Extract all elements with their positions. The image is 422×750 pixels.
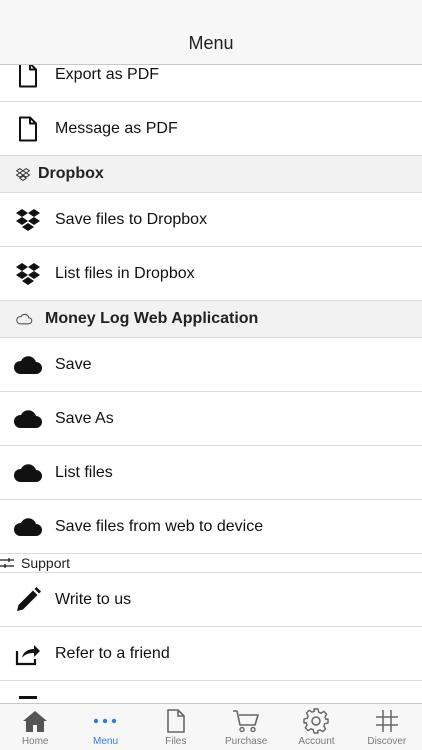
menu-item-label: Write to us [55,590,132,608]
refer-friend-item[interactable]: Refer to a friend [0,627,422,681]
sliders-icon [0,557,14,569]
share-icon [12,640,44,668]
document-icon [12,694,44,704]
tab-discover[interactable]: Discover [352,704,422,750]
section-title: Support [21,555,71,571]
page-title: Menu [188,33,234,53]
document-icon [12,115,44,143]
menu-item-label: Save files to Dropbox [55,210,208,228]
message-pdf-item[interactable]: Message as PDF [0,102,422,156]
dropbox-icon [12,206,44,234]
cloud-icon [12,513,44,541]
tab-menu[interactable]: Menu [70,704,140,750]
menu-item-label: Save [55,355,92,373]
menu-item-label: List files in Dropbox [55,264,195,282]
dropbox-icon [12,260,44,288]
cart-icon [232,708,260,734]
save-to-dropbox-item[interactable]: Save files to Dropbox [0,193,422,247]
tab-account[interactable]: Account [281,704,351,750]
menu-item-label: List files [55,463,113,481]
navigation-bar: Menu [0,0,422,65]
next-item-partial[interactable] [0,681,422,703]
list-dropbox-files-item[interactable]: List files in Dropbox [0,247,422,301]
pencil-icon [12,586,44,614]
export-pdf-item[interactable]: Export as PDF [0,65,422,102]
save-item[interactable]: Save [0,338,422,392]
tab-purchase[interactable]: Purchase [211,704,281,750]
cloud-outline-icon [15,312,33,326]
web-app-section-header: Money Log Web Application [0,301,422,338]
dropbox-icon [14,167,32,181]
more-dots-icon [91,708,119,734]
file-icon [162,708,190,734]
write-to-us-item[interactable]: Write to us [0,573,422,627]
menu-item-label: Save files from web to device [55,517,264,535]
cloud-icon [12,351,44,379]
tab-bar: Home Menu Files Purchase Account Discove… [0,703,422,750]
menu-item-label: Message as PDF [55,119,178,137]
cloud-icon [12,459,44,487]
cloud-icon [12,405,44,433]
menu-item-label: Refer to a friend [55,644,170,662]
tab-home[interactable]: Home [0,704,70,750]
home-icon [21,708,49,734]
section-title: Money Log Web Application [45,310,259,327]
section-title: Dropbox [38,165,104,182]
menu-item-label: Export as PDF [55,65,160,83]
gear-icon [302,708,330,734]
tab-files[interactable]: Files [141,704,211,750]
hashtag-icon [373,708,401,734]
menu-list[interactable]: Export as PDF Message as PDF Dropbox Sav… [0,65,422,703]
list-files-item[interactable]: List files [0,446,422,500]
menu-item-label: Save As [55,409,114,427]
save-web-to-device-item[interactable]: Save files from web to device [0,500,422,554]
dropbox-section-header: Dropbox [0,156,422,193]
document-icon [12,65,44,89]
support-section-header: Support [0,554,422,573]
save-as-item[interactable]: Save As [0,392,422,446]
